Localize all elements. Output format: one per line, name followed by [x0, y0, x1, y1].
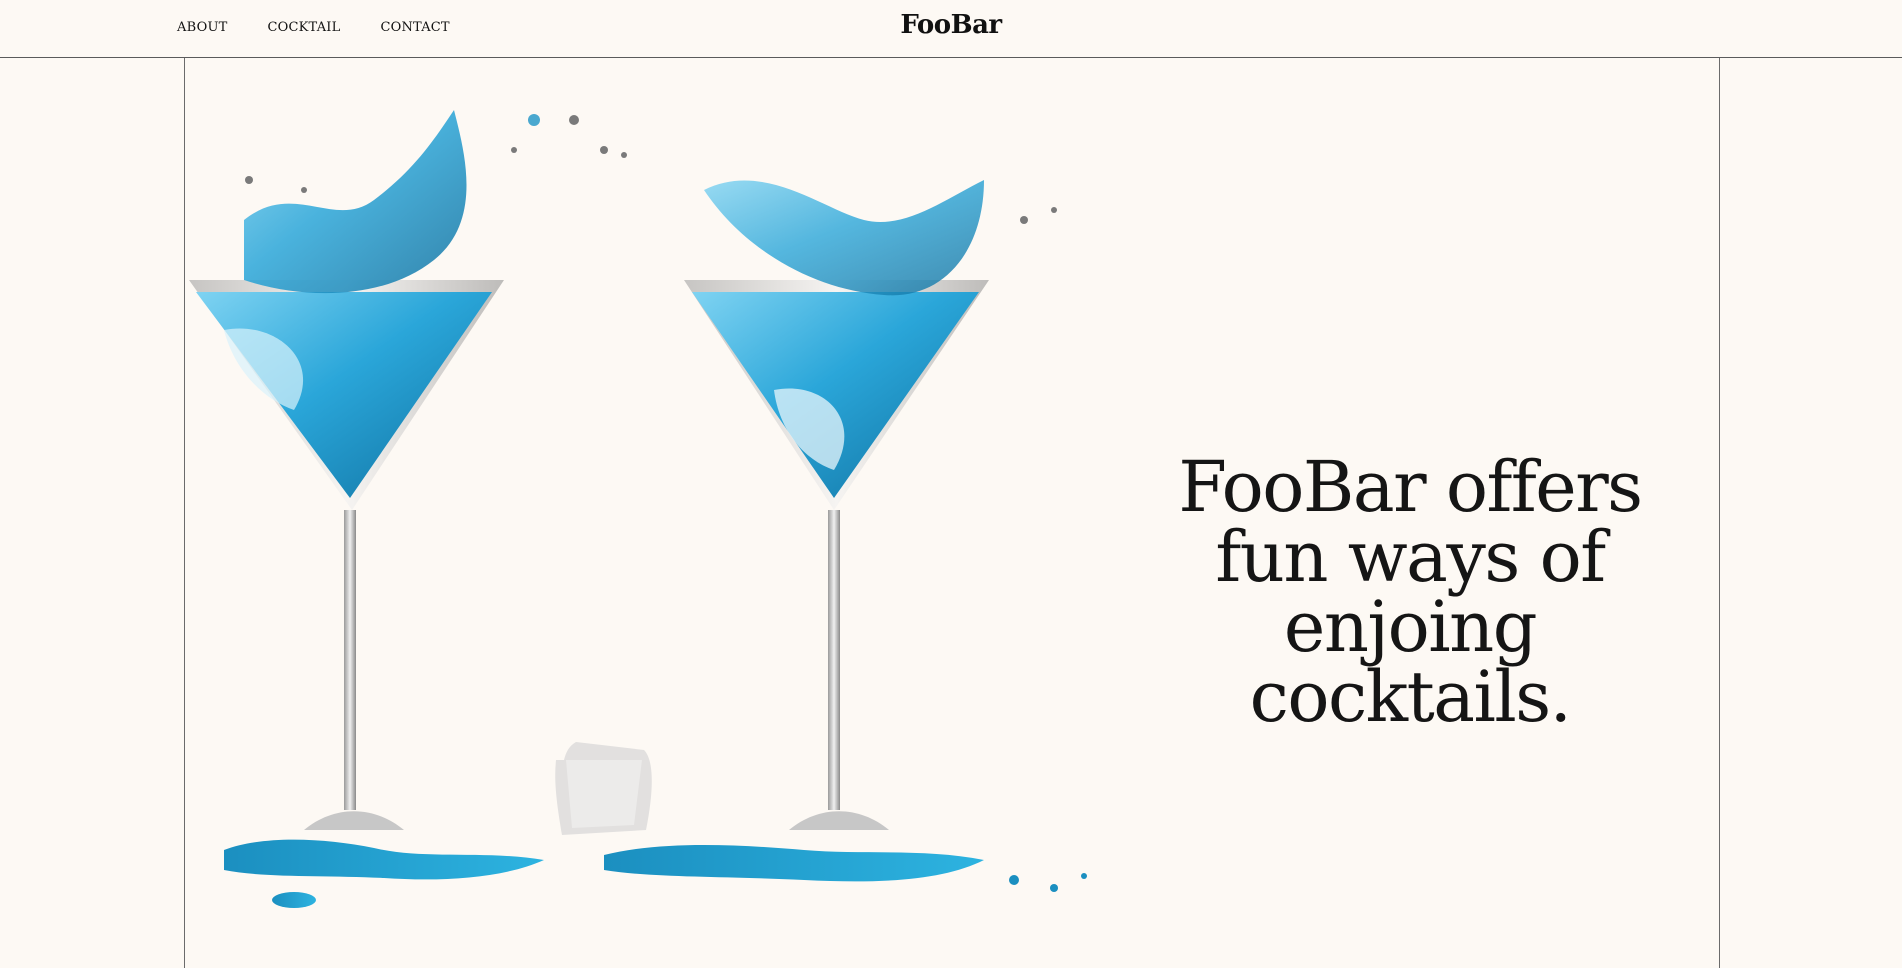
ice-cube — [555, 742, 652, 835]
left-glass — [189, 110, 579, 830]
right-frame-line — [1719, 58, 1720, 968]
hero-headline: FooBar offers fun ways of enjoing cockta… — [1178, 446, 1643, 738]
right-glass — [600, 146, 1057, 830]
hero-cocktail-image — [189, 110, 1087, 908]
brand-logo[interactable]: FooBar — [0, 10, 1902, 40]
liquid-puddles — [224, 839, 1087, 908]
site-header: ABOUT COCKTAIL CONTACT FooBar — [0, 0, 1902, 58]
